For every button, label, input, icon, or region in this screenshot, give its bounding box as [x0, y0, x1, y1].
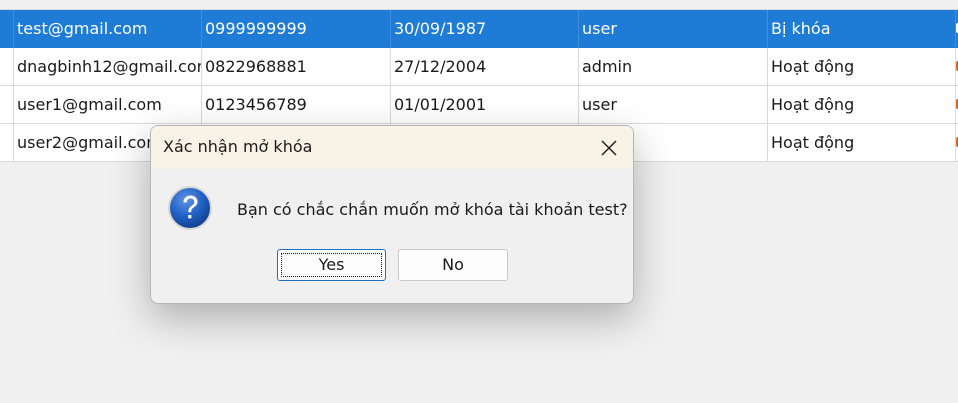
table-row[interactable]: user1@gmail.com 0123456789 01/01/2001 us…	[0, 86, 958, 124]
focus-ring	[281, 253, 382, 277]
dialog-message: Bạn có chắc chắn muốn mở khóa tài khoản …	[237, 200, 628, 219]
phone-cell[interactable]: 0123456789	[201, 86, 390, 123]
close-icon	[601, 140, 617, 156]
status-cell[interactable]: Hoạt động	[767, 86, 955, 123]
phone-cell[interactable]: 0999999999	[201, 10, 390, 47]
no-button-label: No	[442, 255, 464, 274]
table-row[interactable]: test@gmail.com 0999999999 30/09/1987 use…	[0, 10, 958, 48]
status-cell[interactable]: Hoạt động	[767, 124, 955, 161]
email-cell[interactable]: test@gmail.com	[13, 10, 201, 47]
table-row[interactable]: dnagbinh12@gmail.com 0822968881 27/12/20…	[0, 48, 958, 86]
phone-cell[interactable]: 0822968881	[201, 48, 390, 85]
dialog-title: Xác nhận mở khóa	[163, 137, 313, 156]
status-cell[interactable]: Bị khóa	[767, 10, 955, 47]
close-button[interactable]	[591, 130, 627, 166]
question-icon	[168, 186, 212, 230]
dob-cell[interactable]: 27/12/2004	[390, 48, 578, 85]
role-cell[interactable]: admin	[578, 48, 767, 85]
yes-button[interactable]: Yes	[277, 249, 386, 281]
email-cell[interactable]: user1@gmail.com	[13, 86, 201, 123]
status-cell[interactable]: Hoạt động	[767, 48, 955, 85]
dob-cell[interactable]: 01/01/2001	[390, 86, 578, 123]
role-cell[interactable]: user	[578, 10, 767, 47]
email-cell[interactable]: dnagbinh12@gmail.com	[13, 48, 201, 85]
confirm-dialog: Xác nhận mở khóa Bạn có chắc chắn muốn m…	[150, 125, 634, 304]
dob-cell[interactable]: 30/09/1987	[390, 10, 578, 47]
no-button[interactable]: No	[398, 249, 508, 281]
dialog-titlebar[interactable]: Xác nhận mở khóa	[151, 126, 633, 169]
role-cell[interactable]: user	[578, 86, 767, 123]
